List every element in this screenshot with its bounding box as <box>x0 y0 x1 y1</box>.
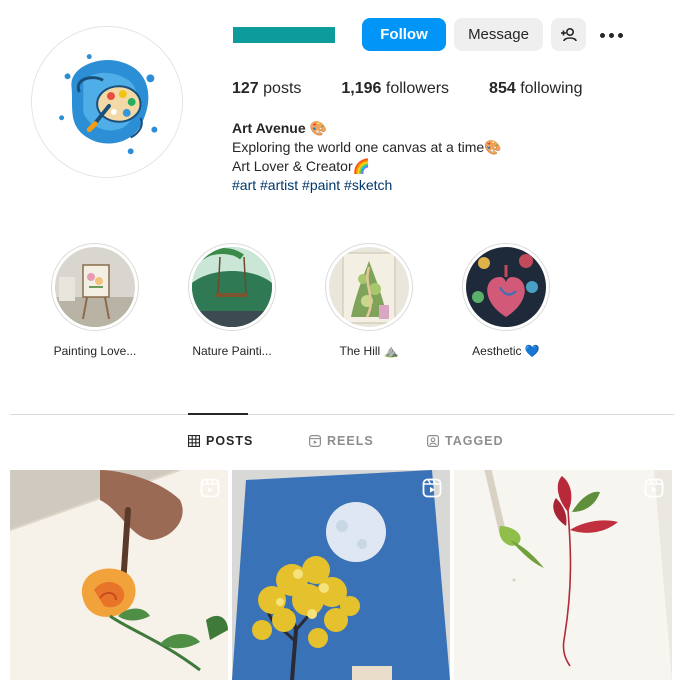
highlight-nature-painting[interactable]: Nature Painti... <box>177 243 287 358</box>
followers-stat[interactable]: 1,196 followers <box>341 80 449 98</box>
highlight-thumbnail <box>55 247 135 327</box>
post-thumbnail <box>232 470 450 680</box>
person-plus-icon <box>560 27 577 41</box>
followers-count: 1,196 <box>341 80 382 97</box>
highlight-thumbnail <box>192 247 272 327</box>
palette-logo-icon <box>32 27 182 177</box>
posts-stat[interactable]: 127 posts <box>232 80 301 98</box>
highlight-aesthetic[interactable]: Aesthetic 💙 <box>451 243 561 358</box>
profile-tabs: POSTS REELS TAGGED <box>0 434 680 454</box>
profile-bio: Art Avenue 🎨 Exploring the world one can… <box>232 119 652 195</box>
tab-reels[interactable]: REELS <box>309 434 374 448</box>
highlight-label: The Hill ⛰️ <box>339 344 399 358</box>
profile-stats: 127 posts 1,196 followers 854 following <box>232 80 622 98</box>
post-thumbnail <box>454 470 672 680</box>
reels-icon <box>309 435 321 447</box>
grid-icon <box>188 435 200 447</box>
profile-avatar[interactable] <box>31 26 183 178</box>
posts-grid <box>10 470 672 680</box>
highlight-thumbnail <box>329 247 409 327</box>
following-stat[interactable]: 854 following <box>489 80 582 98</box>
bio-line-1: Exploring the world one canvas at a time… <box>232 139 502 155</box>
profile-display-name: Art Avenue 🎨 <box>232 120 327 136</box>
active-tab-indicator <box>188 413 248 415</box>
reel-icon <box>200 478 220 498</box>
add-user-button[interactable] <box>551 18 586 51</box>
highlight-painting-love[interactable]: Painting Love... <box>40 243 150 358</box>
posts-count: 127 <box>232 80 259 97</box>
post-tile[interactable] <box>232 470 450 680</box>
highlight-the-hill[interactable]: The Hill ⛰️ <box>314 243 424 358</box>
bio-hashtags[interactable]: #art #artist #paint #sketch <box>232 176 652 195</box>
followers-label: followers <box>385 80 450 97</box>
highlight-thumbnail <box>466 247 546 327</box>
follow-button[interactable]: Follow <box>362 18 446 51</box>
message-button[interactable]: Message <box>454 18 543 51</box>
reel-icon <box>422 478 442 498</box>
tab-label: TAGGED <box>445 434 504 448</box>
tab-posts[interactable]: POSTS <box>188 434 253 448</box>
tagged-icon <box>427 435 439 447</box>
post-tile[interactable] <box>454 470 672 680</box>
tab-label: POSTS <box>206 434 254 448</box>
story-highlights: Painting Love... Nature Painti... The Hi… <box>40 243 600 363</box>
tab-tagged[interactable]: TAGGED <box>427 434 504 448</box>
highlight-label: Painting Love... <box>53 344 137 358</box>
tab-label: REELS <box>327 434 374 448</box>
reel-icon <box>644 478 664 498</box>
following-count: 854 <box>489 80 516 97</box>
tabs-divider <box>10 414 674 415</box>
bio-line-2: Art Lover & Creator🌈 <box>232 158 371 174</box>
post-thumbnail <box>10 470 228 680</box>
post-tile[interactable] <box>10 470 228 680</box>
highlight-label: Aesthetic 💙 <box>472 344 540 358</box>
following-label: following <box>520 80 583 97</box>
highlight-label: Nature Painti... <box>192 344 272 358</box>
username-redacted <box>233 27 335 43</box>
more-options-icon[interactable] <box>596 25 626 45</box>
posts-label: posts <box>263 80 302 97</box>
